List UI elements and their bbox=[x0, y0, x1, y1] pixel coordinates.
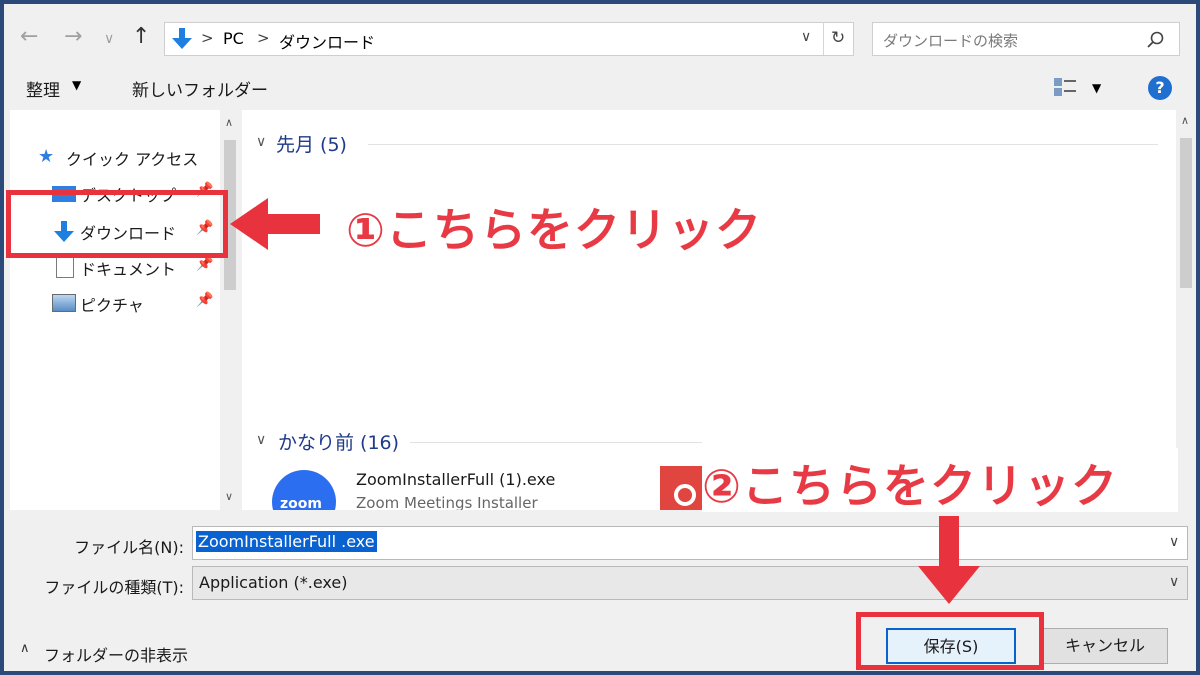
scroll-thumb[interactable] bbox=[1180, 138, 1192, 288]
organize-caret-icon: ▼ bbox=[72, 78, 82, 92]
app-icon-partial bbox=[660, 466, 704, 510]
search-icon[interactable] bbox=[1147, 31, 1165, 49]
filetype-dropdown-icon[interactable]: ∨ bbox=[1169, 574, 1179, 590]
scroll-up-icon[interactable]: ∧ bbox=[1181, 114, 1189, 127]
crumb-separator: > bbox=[257, 29, 270, 47]
chevron-up-icon: ∧ bbox=[20, 641, 30, 656]
highlight-downloads bbox=[6, 190, 228, 258]
group-divider bbox=[410, 442, 702, 443]
group-collapse-icon[interactable]: ∨ bbox=[256, 134, 266, 150]
download-folder-icon bbox=[172, 28, 192, 49]
group-header-long-ago[interactable]: かなり前 (16) bbox=[278, 428, 399, 455]
filename-dropdown-icon[interactable]: ∨ bbox=[1169, 534, 1179, 550]
crumb-downloads[interactable]: ダウンロード bbox=[279, 29, 375, 53]
arrow-down-icon bbox=[918, 516, 980, 604]
step2-callout: ②こちらをクリック bbox=[702, 459, 1118, 513]
address-bar[interactable]: > PC > ダウンロード ∨ ↻ bbox=[164, 22, 854, 56]
organize-menu[interactable]: 整理 ▼ bbox=[26, 76, 90, 102]
group-header-last-month[interactable]: 先月 (5) bbox=[276, 130, 347, 157]
pin-icon: 📌 bbox=[196, 256, 214, 272]
content-scrollbar[interactable]: ∧ bbox=[1176, 110, 1196, 510]
help-icon[interactable]: ? bbox=[1148, 76, 1172, 100]
filetype-select[interactable]: Application (*.exe) ∨ bbox=[192, 566, 1188, 600]
group-collapse-icon[interactable]: ∨ bbox=[256, 432, 266, 448]
step1-callout: ①こちらをクリック bbox=[346, 203, 762, 257]
document-icon bbox=[56, 256, 74, 278]
up-icon[interactable]: ↑ bbox=[132, 26, 150, 48]
sidebar-item-label: ドキュメント bbox=[80, 260, 177, 279]
crumb-separator: > bbox=[201, 29, 214, 47]
scroll-up-icon[interactable]: ∧ bbox=[225, 116, 233, 129]
sidebar-item-label: ピクチャ bbox=[80, 296, 144, 315]
sidebar-item-pictures[interactable]: ピクチャ 📌 bbox=[10, 286, 220, 320]
search-box[interactable]: ダウンロードの検索 bbox=[872, 22, 1180, 56]
sidebar-item-quick-access[interactable]: ★ クイック アクセス bbox=[10, 140, 220, 174]
sidebar-item-label: クイック アクセス bbox=[66, 150, 199, 169]
file-name: ZoomInstallerFull (1).exe bbox=[356, 470, 556, 489]
pin-icon: 📌 bbox=[196, 292, 214, 308]
save-dialog: ← → ∨ ↑ > PC > ダウンロード ∨ ↻ ダウンロードの検索 整理 ▼… bbox=[4, 4, 1196, 671]
navigation-pane: ★ クイック アクセス デスクトップ 📌 ダウンロード 📌 ドキュメント 📌 ピ… bbox=[10, 110, 240, 510]
file-item[interactable]: zoom ZoomInstallerFull (1).exe Zoom Meet… bbox=[272, 466, 572, 534]
view-options-icon[interactable] bbox=[1054, 76, 1078, 98]
picture-icon bbox=[52, 294, 76, 312]
refresh-icon: ↻ bbox=[831, 28, 846, 48]
hide-folders-toggle[interactable]: ∧ フォルダーの非表示 bbox=[20, 640, 200, 666]
organize-label: 整理 bbox=[26, 81, 60, 101]
arrow-left-icon bbox=[230, 198, 320, 250]
address-dropdown-icon[interactable]: ∨ bbox=[801, 29, 811, 45]
new-folder-button[interactable]: 新しいフォルダー bbox=[132, 76, 268, 101]
sidebar-scrollbar[interactable]: ∧ ∨ bbox=[220, 110, 240, 510]
recent-chevron-icon[interactable]: ∨ bbox=[104, 28, 114, 50]
hide-folders-label: フォルダーの非表示 bbox=[44, 646, 189, 665]
scroll-down-icon[interactable]: ∨ bbox=[225, 490, 233, 503]
cancel-button[interactable]: キャンセル bbox=[1042, 628, 1168, 664]
refresh-button[interactable]: ↻ bbox=[823, 23, 854, 55]
filename-value: ZoomInstallerFull .exe bbox=[196, 531, 377, 552]
highlight-save bbox=[856, 612, 1044, 670]
back-icon[interactable]: ← bbox=[20, 26, 38, 48]
crumb-pc[interactable]: PC bbox=[223, 29, 244, 48]
group-divider bbox=[368, 144, 1158, 145]
star-icon: ★ bbox=[38, 146, 55, 167]
filetype-label: ファイルの種類(T): bbox=[44, 578, 184, 597]
app-icon-ring bbox=[674, 484, 696, 506]
view-caret-icon[interactable]: ▼ bbox=[1092, 81, 1101, 95]
forward-icon[interactable]: → bbox=[64, 26, 82, 48]
filename-input[interactable]: ZoomInstallerFull .exe ∨ bbox=[192, 526, 1188, 560]
step2-callout-bg: ②こちらをクリック bbox=[702, 448, 1178, 513]
search-placeholder: ダウンロードの検索 bbox=[883, 32, 1019, 50]
filetype-value: Application (*.exe) bbox=[199, 573, 348, 592]
filename-label: ファイル名(N): bbox=[74, 538, 184, 557]
